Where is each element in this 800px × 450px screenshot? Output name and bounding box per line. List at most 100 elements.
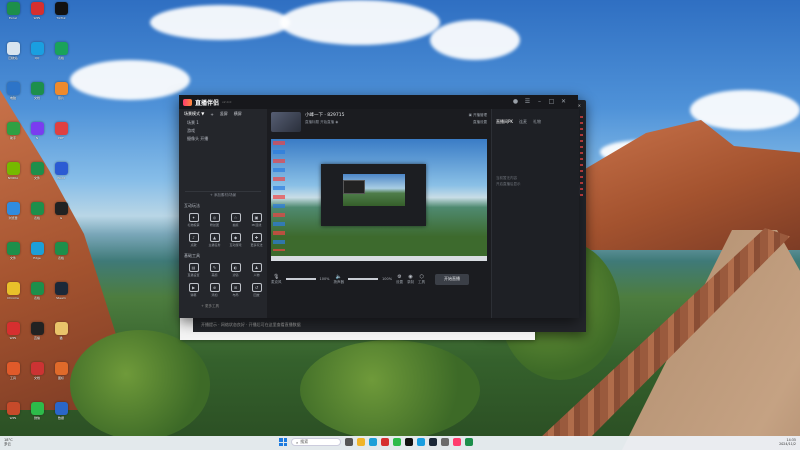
desktop-icon[interactable]: 浏览器: [2, 202, 24, 226]
desktop-icon[interactable]: N: [26, 122, 48, 146]
tab-gift[interactable]: 礼物: [533, 119, 541, 125]
start-button[interactable]: [279, 438, 287, 446]
desktop-icon[interactable]: Word: [50, 162, 72, 186]
tool-label: 美颜: [211, 273, 218, 277]
interaction-tool[interactable]: ✚ 更多玩法: [246, 233, 267, 247]
system-clock[interactable]: 14:35 2024/11/2: [779, 438, 796, 446]
scene-item[interactable]: 摄像头 开播: [179, 135, 267, 143]
desktop-icon[interactable]: 电脑: [2, 82, 24, 106]
taskbar-search[interactable]: ⌕ 搜索: [291, 438, 341, 446]
desktop-icon[interactable]: 助手: [2, 122, 24, 146]
add-scene-button[interactable]: +: [210, 112, 213, 117]
desktop-icon[interactable]: 文件: [26, 162, 48, 186]
live-companion-window[interactable]: 直播伴侣 v2.0.0 ● ☰ – □ ✕ 场景模式 ▼ + 竖屏 横屏 场景 …: [179, 95, 579, 318]
tab-portrait[interactable]: 竖屏: [220, 111, 228, 117]
desktop-icon[interactable]: 回收站: [2, 42, 24, 66]
basic-tool[interactable]: ↺ 回放: [246, 283, 267, 297]
minimize-icon[interactable]: –: [535, 98, 544, 105]
scene-item[interactable]: 游戏: [179, 127, 267, 135]
stream-cover[interactable]: [271, 112, 301, 132]
taskbar-app-icon[interactable]: [369, 438, 377, 446]
desktop-icon[interactable]: 表格: [26, 202, 48, 226]
toolbar-button[interactable]: ⬡ 工具: [418, 274, 425, 285]
taskbar-app-icon[interactable]: [381, 438, 389, 446]
desktop-icon[interactable]: 文档: [26, 362, 48, 386]
settings-link[interactable]: 直播设置: [469, 119, 487, 126]
taskbar-app-icon[interactable]: [417, 438, 425, 446]
menu-icon[interactable]: ☰: [523, 98, 532, 105]
volume-slider[interactable]: [285, 278, 316, 280]
desktop-icon[interactable]: 文件: [2, 242, 24, 266]
interaction-tool[interactable]: ♪ 点歌: [183, 233, 204, 247]
live-preview[interactable]: [271, 139, 487, 261]
taskbar-app-icon[interactable]: [441, 438, 449, 446]
taskbar-app-icon[interactable]: [357, 438, 365, 446]
tab-pk[interactable]: 直播间PK: [496, 119, 513, 125]
close-icon[interactable]: ✕: [559, 98, 568, 105]
desktop-icon[interactable]: 表格: [50, 42, 72, 66]
desktop-icon[interactable]: WPS: [26, 2, 48, 26]
audio-control[interactable]: 🎙 麦克风: [271, 274, 282, 285]
desktop-icon[interactable]: 图标: [50, 362, 72, 386]
desktop-icon[interactable]: WPS: [2, 322, 24, 346]
desktop-icon[interactable]: 数据: [50, 402, 72, 426]
avatar[interactable]: ●: [511, 98, 520, 105]
desktop-icon[interactable]: QQ: [26, 42, 48, 66]
go-live-button[interactable]: 开始直播: [435, 273, 470, 285]
desktop-icon[interactable]: 表格: [26, 282, 48, 306]
basic-tool[interactable]: ⊞ 布局: [225, 283, 246, 297]
maximize-icon[interactable]: □: [547, 98, 556, 105]
desktop-icon[interactable]: 工具: [2, 362, 24, 386]
basic-tool[interactable]: ✎ 美颜: [204, 263, 225, 277]
interaction-tool[interactable]: ✦ 礼物投票: [183, 213, 204, 227]
desktop-icon[interactable]: Edge: [26, 242, 48, 266]
basic-tool[interactable]: ♟ 人物: [246, 263, 267, 277]
toolbar-button[interactable]: ⚙ 设置: [396, 274, 403, 285]
desktop-icon[interactable]: TikTok: [50, 2, 72, 26]
desktop-icon[interactable]: 表格: [50, 242, 72, 266]
stream-title[interactable]: 小峰一下 · 829715: [305, 112, 344, 118]
more-tools-button[interactable]: + 更多工具: [201, 304, 219, 309]
desktop-icon[interactable]: PDF: [50, 122, 72, 146]
desktop-icon[interactable]: Excel: [2, 2, 24, 26]
close-icon[interactable]: ✕: [578, 103, 581, 108]
volume-slider[interactable]: [348, 278, 379, 280]
taskbar-app-icon[interactable]: [405, 438, 413, 446]
basic-tool[interactable]: ▤ 直播设置: [183, 263, 204, 277]
interaction-tool[interactable]: ▲ 主播任务: [204, 233, 225, 247]
desktop-icon[interactable]: Steam: [50, 282, 72, 306]
interaction-tool[interactable]: ▣ PK连线: [246, 213, 267, 227]
audio-control[interactable]: 🔈 扬声器: [334, 274, 345, 285]
add-source-button[interactable]: + 添加素材/场景: [185, 191, 261, 199]
taskbar-app-icon[interactable]: [429, 438, 437, 446]
desktop-icon[interactable]: 微信: [26, 402, 48, 426]
desktop-icon[interactable]: NVIDIA: [2, 162, 24, 186]
toolbar-button[interactable]: ◉ 录制: [407, 274, 414, 285]
weather-widget[interactable]: 18°C 多云: [4, 438, 13, 446]
basic-tool[interactable]: ⊕ 添加: [204, 283, 225, 297]
desktop-icon[interactable]: 直播: [26, 322, 48, 346]
taskbar-app-icon[interactable]: [453, 438, 461, 446]
taskbar-app-icon[interactable]: [345, 438, 353, 446]
taskbar-app-icon[interactable]: [465, 438, 473, 446]
desktop-icon[interactable]: WPS: [2, 402, 24, 426]
tab-mic[interactable]: 连麦: [519, 119, 527, 125]
desktop-icon[interactable]: 猫: [50, 322, 72, 346]
desktop-icon[interactable]: Chrome: [2, 282, 24, 306]
interaction-tool[interactable]: ◆ 互动游戏: [225, 233, 246, 247]
scene-item[interactable]: 场景 1: [179, 119, 267, 127]
scene-mode-dropdown[interactable]: 场景模式 ▼: [184, 111, 204, 117]
basic-tool[interactable]: ▶ 弹幕: [183, 283, 204, 297]
tool-label: 回放: [253, 293, 260, 297]
interaction-tool[interactable]: ☆ 抽奖: [225, 213, 246, 227]
desktop-icon[interactable]: 照片: [50, 82, 72, 106]
tab-landscape[interactable]: 横屏: [234, 111, 242, 117]
desktop-icon[interactable]: G: [50, 202, 72, 226]
taskbar-app-icon[interactable]: [393, 438, 401, 446]
basic-tool[interactable]: ◐ 滤镜: [225, 263, 246, 277]
interaction-tool[interactable]: ◎ 粉丝团: [204, 213, 225, 227]
manage-link[interactable]: ▣ 开播管理: [469, 112, 487, 119]
scroll-indicator[interactable]: [580, 116, 583, 196]
tool-label: 粉丝团: [209, 223, 219, 227]
desktop-icon[interactable]: 文档: [26, 82, 48, 106]
